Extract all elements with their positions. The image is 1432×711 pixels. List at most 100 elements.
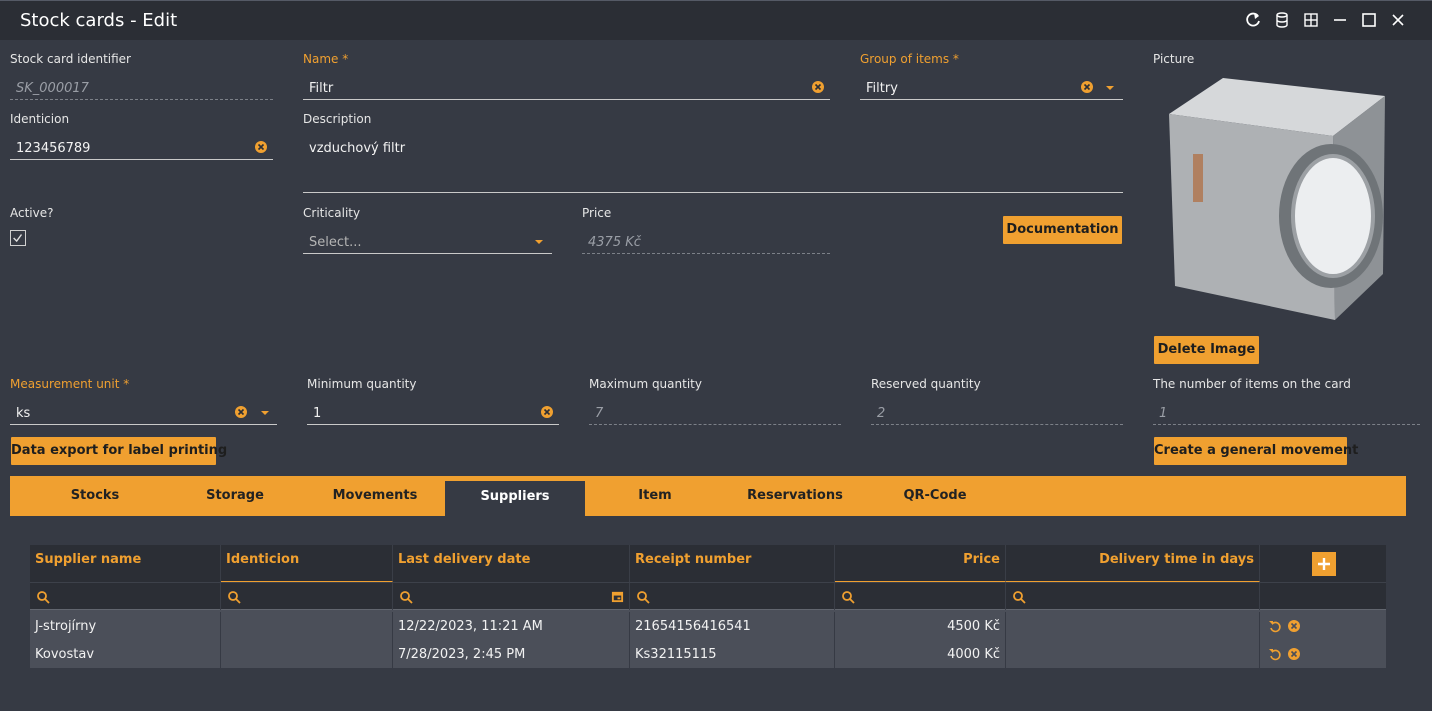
clear-icon[interactable] <box>234 405 248 419</box>
filter-price[interactable] <box>835 583 1006 610</box>
filter-last-delivery-date[interactable] <box>393 583 630 610</box>
clear-icon[interactable] <box>811 80 825 94</box>
measurement-unit-label: Measurement unit * <box>10 377 130 391</box>
create-movement-button[interactable]: Create a general movement <box>1154 437 1358 465</box>
active-checkbox[interactable] <box>10 230 26 246</box>
column-header-delivery-time[interactable]: Delivery time in days <box>1006 545 1260 582</box>
clear-icon[interactable] <box>540 405 554 419</box>
grid-icon[interactable] <box>1302 11 1320 29</box>
dropdown-caret-icon[interactable] <box>261 411 269 415</box>
minimum-quantity-label: Minimum quantity <box>307 377 417 391</box>
cell-last-delivery-date[interactable]: 12/22/2023, 11:21 AM <box>393 612 630 640</box>
search-icon <box>842 591 855 604</box>
cell-receipt-number[interactable]: Ks32115115 <box>630 640 835 668</box>
clear-icon[interactable] <box>1080 80 1094 94</box>
measurement-unit-select[interactable]: ks <box>10 401 277 425</box>
column-header-supplier-name[interactable]: Supplier name <box>30 545 221 582</box>
filter-delivery-time[interactable] <box>1006 583 1260 610</box>
dropdown-caret-icon[interactable] <box>535 240 543 244</box>
search-icon <box>37 591 50 604</box>
description-textarea[interactable]: vzduchový filtr <box>303 136 1123 193</box>
database-icon[interactable] <box>1273 11 1291 29</box>
search-icon <box>637 591 650 604</box>
identifier-label: Stock card identifier <box>10 52 131 66</box>
window-titlebar: Stock cards - Edit <box>0 0 1432 40</box>
minimize-icon[interactable] <box>1331 11 1349 29</box>
price-label: Price <box>582 206 612 220</box>
identifier-field: SK_000017 <box>10 76 273 100</box>
maximum-quantity-label: Maximum quantity <box>589 377 702 391</box>
name-label: Name * <box>303 52 349 66</box>
undo-icon[interactable] <box>1268 647 1282 661</box>
close-icon[interactable] <box>1389 11 1407 29</box>
cell-price[interactable]: 4000 Kč <box>835 640 1006 668</box>
delete-icon[interactable] <box>1287 647 1301 661</box>
column-header-last-delivery-date[interactable]: Last delivery date <box>393 545 630 582</box>
cell-identicion[interactable] <box>221 640 393 668</box>
identicion-label: Identicion <box>10 112 70 126</box>
tab-item[interactable]: Item <box>585 476 725 516</box>
group-value: Filtry <box>866 81 898 96</box>
grid-filter-row <box>30 582 1386 610</box>
tab-bar: Stocks Storage Movements Suppliers Item … <box>10 476 1406 516</box>
undo-icon[interactable] <box>1268 619 1282 633</box>
tab-movements[interactable]: Movements <box>305 476 445 516</box>
group-select[interactable]: Filtry <box>860 76 1123 100</box>
search-icon <box>400 591 413 604</box>
maximize-icon[interactable] <box>1360 11 1378 29</box>
cell-price[interactable]: 4500 Kč <box>835 612 1006 640</box>
dropdown-caret-icon[interactable] <box>1106 86 1114 90</box>
calendar-icon[interactable] <box>611 590 624 603</box>
minimum-quantity-value: 1 <box>313 406 322 421</box>
delete-image-button[interactable]: Delete Image <box>1154 336 1259 364</box>
product-picture <box>1169 78 1385 320</box>
cell-delivery-time[interactable] <box>1006 612 1260 640</box>
group-label: Group of items * <box>860 52 959 66</box>
grid-header: Supplier name Identicion Last delivery d… <box>30 545 1386 582</box>
grid-body: J-strojírny 12/22/2023, 11:21 AM 2165415… <box>30 610 1386 668</box>
cell-supplier-name[interactable]: Kovostav <box>30 640 221 668</box>
column-header-price[interactable]: Price <box>835 545 1006 582</box>
filter-supplier-name[interactable] <box>30 583 221 610</box>
reserved-quantity-label: Reserved quantity <box>871 377 981 391</box>
column-header-identicion[interactable]: Identicion <box>221 545 393 582</box>
add-row-button[interactable] <box>1312 552 1336 576</box>
delete-icon[interactable] <box>1287 619 1301 633</box>
filter-receipt-number[interactable] <box>630 583 835 610</box>
tab-suppliers[interactable]: Suppliers <box>445 481 585 516</box>
criticality-select[interactable]: Select... <box>303 230 552 254</box>
items-on-card-field: 1 <box>1153 401 1420 425</box>
identicion-value: 123456789 <box>16 141 91 156</box>
add-icon <box>1318 558 1330 570</box>
measurement-unit-value: ks <box>16 406 31 421</box>
tab-storage[interactable]: Storage <box>165 476 305 516</box>
data-export-button[interactable]: Data export for label printing <box>11 437 227 465</box>
name-field[interactable]: Filtr <box>303 76 830 100</box>
minimum-quantity-field[interactable]: 1 <box>307 401 559 425</box>
active-label: Active? <box>10 206 54 220</box>
description-label: Description <box>303 112 372 126</box>
search-icon <box>1013 591 1026 604</box>
window-title: Stock cards - Edit <box>20 10 178 31</box>
clear-icon[interactable] <box>254 140 268 154</box>
items-on-card-label: The number of items on the card <box>1153 377 1351 391</box>
description-value: vzduchový filtr <box>309 141 406 156</box>
documentation-button[interactable]: Documentation <box>1003 216 1122 244</box>
cell-delivery-time[interactable] <box>1006 640 1260 668</box>
identicion-field[interactable]: 123456789 <box>10 136 273 160</box>
search-icon <box>228 591 241 604</box>
checkmark-icon <box>13 234 23 243</box>
refresh-icon[interactable] <box>1244 11 1262 29</box>
price-field: 4375 Kč <box>582 230 830 254</box>
picture-label: Picture <box>1153 52 1195 66</box>
cell-supplier-name[interactable]: J-strojírny <box>30 612 221 640</box>
tab-qr-code[interactable]: QR-Code <box>865 476 1005 516</box>
cell-receipt-number[interactable]: 21654156416541 <box>630 612 835 640</box>
maximum-quantity-field: 7 <box>589 401 841 425</box>
cell-identicion[interactable] <box>221 612 393 640</box>
cell-last-delivery-date[interactable]: 7/28/2023, 2:45 PM <box>393 640 630 668</box>
filter-identicion[interactable] <box>221 583 393 610</box>
tab-reservations[interactable]: Reservations <box>725 476 865 516</box>
column-header-receipt-number[interactable]: Receipt number <box>630 545 835 582</box>
tab-stocks[interactable]: Stocks <box>25 476 165 516</box>
